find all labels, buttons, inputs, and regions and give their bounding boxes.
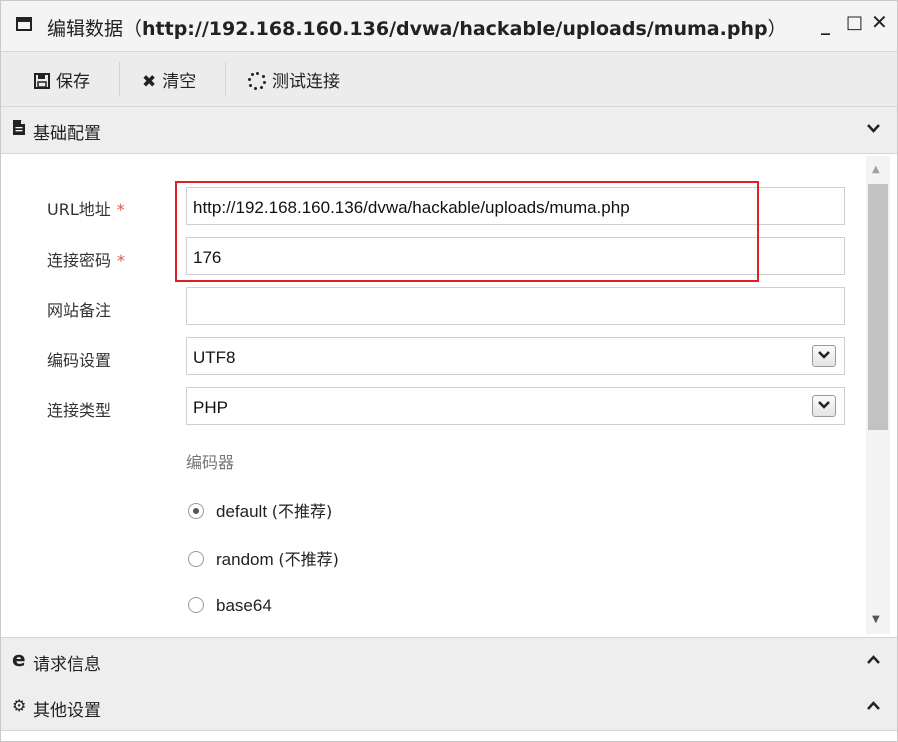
chevron-down-icon[interactable] bbox=[812, 345, 836, 367]
note-label: 网站备注 bbox=[47, 301, 112, 320]
encoding-label: 编码设置 bbox=[47, 351, 112, 370]
required-mark: * bbox=[116, 200, 125, 219]
close-button[interactable]: ✕ bbox=[871, 10, 888, 34]
chevron-down-icon[interactable] bbox=[867, 121, 880, 137]
section-request-label: 请求信息 bbox=[33, 655, 101, 675]
x-icon: ✖ bbox=[142, 72, 157, 92]
section-other-label: 其他设置 bbox=[33, 701, 101, 721]
encoder-option-random[interactable]: random (不推荐) bbox=[188, 546, 339, 570]
maximize-button[interactable]: □ bbox=[846, 12, 863, 33]
edge-browser-icon: e bbox=[12, 647, 26, 671]
title-bar[interactable]: 编辑数据（http://192.168.160.136/dvwa/hackabl… bbox=[1, 1, 897, 52]
scroll-thumb[interactable] bbox=[868, 184, 888, 430]
radio-unchecked[interactable] bbox=[188, 597, 204, 613]
document-icon bbox=[12, 119, 26, 141]
encoder-option-base64[interactable]: base64 bbox=[188, 596, 272, 616]
title-prefix: 编辑数据（ bbox=[47, 18, 143, 40]
test-connection-button[interactable]: 测试连接 bbox=[248, 67, 340, 92]
toolbar-divider bbox=[225, 62, 226, 96]
url-label: URL地址 * bbox=[47, 200, 125, 219]
type-label: 连接类型 bbox=[47, 401, 112, 420]
password-input[interactable]: 176 bbox=[186, 237, 845, 275]
url-input[interactable]: http://192.168.160.136/dvwa/hackable/upl… bbox=[186, 187, 845, 225]
scrollbar[interactable]: ▲ ▼ bbox=[866, 156, 890, 634]
encoding-select[interactable]: UTF8 bbox=[186, 337, 845, 375]
encoder-title: 编码器 bbox=[186, 453, 235, 472]
title-url: http://192.168.160.136/dvwa/hackable/upl… bbox=[142, 18, 768, 40]
chevron-down-icon[interactable] bbox=[812, 395, 836, 417]
window-title: 编辑数据（http://192.168.160.136/dvwa/hackabl… bbox=[47, 14, 787, 41]
section-request-info[interactable]: e 请求信息 bbox=[1, 637, 897, 685]
chevron-up-icon[interactable] bbox=[867, 698, 880, 714]
window-icon bbox=[16, 17, 32, 31]
password-label: 连接密码 * bbox=[47, 251, 126, 270]
scroll-up-arrow-icon[interactable]: ▲ bbox=[872, 164, 880, 175]
radio-checked[interactable] bbox=[188, 503, 204, 519]
section-basic-label: 基础配置 bbox=[33, 124, 101, 144]
save-label: 保存 bbox=[56, 72, 90, 92]
radio-unchecked[interactable] bbox=[188, 551, 204, 567]
scroll-down-arrow-icon[interactable]: ▼ bbox=[872, 614, 880, 625]
floppy-disk-icon bbox=[34, 72, 50, 92]
gears-icon: ⚙ bbox=[12, 696, 27, 715]
basic-config-form: URL地址 * http://192.168.160.136/dvwa/hacka… bbox=[1, 154, 897, 636]
test-connection-label: 测试连接 bbox=[272, 72, 340, 92]
clear-label: 清空 bbox=[162, 72, 197, 92]
section-other-settings[interactable]: ⚙ 其他设置 bbox=[1, 684, 897, 731]
toolbar-divider bbox=[119, 62, 120, 96]
type-select[interactable]: PHP bbox=[186, 387, 845, 425]
toolbar: 保存 ✖ 清空 测试连接 bbox=[1, 52, 897, 107]
type-value: PHP bbox=[193, 398, 228, 417]
chevron-up-icon[interactable] bbox=[867, 652, 880, 668]
spinner-icon bbox=[248, 72, 266, 90]
title-suffix: ） bbox=[767, 18, 787, 40]
encoding-value: UTF8 bbox=[193, 348, 236, 367]
required-mark: * bbox=[117, 251, 126, 270]
save-button[interactable]: 保存 bbox=[34, 67, 90, 92]
edit-data-window: 编辑数据（http://192.168.160.136/dvwa/hackabl… bbox=[0, 0, 898, 742]
clear-button[interactable]: ✖ 清空 bbox=[142, 67, 196, 92]
encoder-option-default[interactable]: default (不推荐) bbox=[188, 498, 332, 522]
note-input[interactable] bbox=[186, 287, 845, 325]
minimize-button[interactable]: _ bbox=[821, 15, 830, 36]
section-basic-config[interactable]: 基础配置 bbox=[1, 107, 897, 154]
